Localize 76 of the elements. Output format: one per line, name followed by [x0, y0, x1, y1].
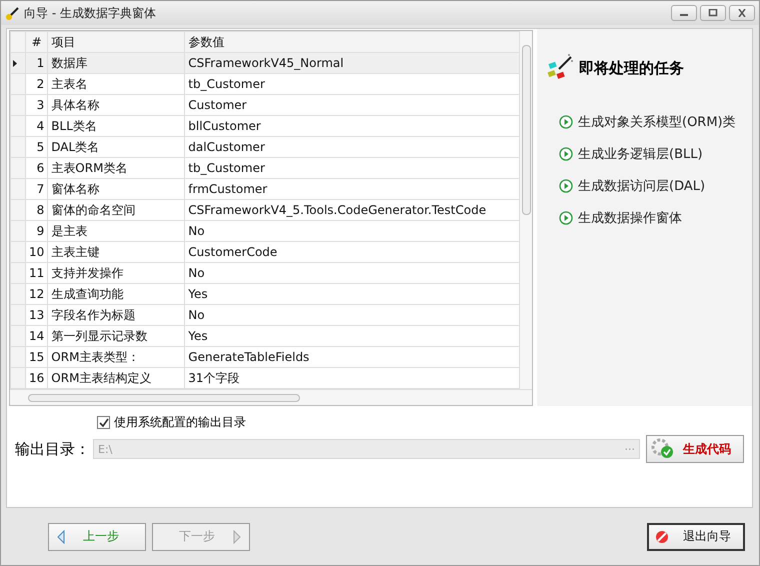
no-entry-icon [655, 530, 669, 544]
table-cell: tb_Customer [184, 158, 520, 178]
table-cell: 1 [26, 52, 48, 74]
table-cell: 6 [26, 158, 48, 178]
table-cell: CSFrameworkV45_Normal [184, 52, 520, 74]
table-cell: GenerateTableFields [184, 346, 520, 368]
table-cell: BLL类名 [48, 116, 185, 136]
table-cell: tb_Customer [184, 74, 520, 94]
table-cell: 5 [26, 136, 48, 158]
task-item: 生成对象关系模型(ORM)类 [578, 114, 736, 131]
table-cell: 12 [26, 284, 48, 304]
maximize-icon [708, 9, 718, 17]
table-cell: CustomerCode [184, 242, 520, 262]
table-cell: dalCustomer [184, 136, 520, 158]
table-cell: 4 [26, 116, 48, 136]
use-system-dir-checkbox[interactable]: 使用系统配置的输出目录 [97, 414, 246, 431]
output-dir-label: 输出目录： [15, 440, 91, 458]
table-cell: 窗体名称 [48, 178, 185, 200]
table-cell: CSFrameworkV4_5.Tools.CodeGenerator.TestCode [184, 200, 520, 220]
task-item: 生成数据访问层(DAL) [578, 178, 706, 195]
table-cell: Yes [184, 284, 520, 304]
table-cell: Yes [184, 326, 520, 346]
column-header[interactable]: 参数值 [184, 32, 520, 52]
checkmark-icon [98, 418, 108, 428]
play-icon [559, 211, 573, 225]
play-icon [559, 147, 573, 161]
previous-button[interactable]: 上一步 [48, 522, 146, 550]
column-header[interactable]: # [26, 32, 48, 52]
table-cell: No [184, 262, 520, 284]
play-icon [559, 115, 573, 129]
table-cell: 2 [26, 74, 48, 94]
table-cell: 第一列显示记录数 [48, 326, 185, 346]
table-cell: DAL类名 [48, 136, 185, 158]
table-cell: 14 [26, 326, 48, 346]
table-cell: bllCustomer [184, 116, 520, 136]
table-cell: Customer [184, 94, 520, 116]
table-cell: 主表主键 [48, 242, 185, 262]
table-cell: 数据库 [48, 52, 185, 74]
table-cell: 11 [26, 262, 48, 284]
table-cell: 主表ORM类名 [48, 158, 185, 178]
close-button[interactable] [729, 5, 755, 21]
table-cell: ORM主表类型： [48, 346, 185, 368]
close-icon [737, 9, 747, 17]
table-cell: 具体名称 [48, 94, 185, 116]
table-cell: 13 [26, 304, 48, 326]
minimize-button[interactable] [671, 5, 697, 21]
table-cell: 15 [26, 346, 48, 368]
right-arrow-icon [233, 530, 241, 544]
table-cell: 主表名 [48, 74, 185, 94]
table-cell: 是主表 [48, 220, 185, 242]
row-indicator-icon [13, 60, 17, 67]
table-cell: 3 [26, 94, 48, 116]
table-cell: 9 [26, 220, 48, 242]
table-cell: 字段名作为标题 [48, 304, 185, 326]
table-cell: 窗体的命名空间 [48, 200, 185, 220]
table-cell: frmCustomer [184, 178, 520, 200]
table-cell: No [184, 220, 520, 242]
table-cell: No [184, 304, 520, 326]
play-icon [559, 179, 573, 193]
table-cell: 支持并发操作 [48, 262, 185, 284]
task-item: 生成业务逻辑层(BLL) [578, 146, 703, 163]
maximize-button[interactable] [700, 5, 726, 21]
column-header[interactable]: 项目 [48, 32, 185, 52]
vertical-scrollbar[interactable] [520, 31, 532, 389]
left-arrow-icon [57, 530, 65, 544]
table-cell: 8 [26, 200, 48, 220]
table-cell: 生成查询功能 [48, 284, 185, 304]
table-cell: 10 [26, 242, 48, 262]
window-title: 向导 - 生成数据字典窗体 [24, 4, 156, 22]
wand-icon [5, 5, 21, 21]
tasks-title: 即将处理的任务 [579, 58, 684, 78]
table-cell: 7 [26, 178, 48, 200]
exit-wizard-button[interactable]: 退出向导 [647, 522, 745, 550]
horizontal-scrollbar[interactable] [10, 389, 532, 405]
generate-code-button[interactable]: 生成代码 [646, 435, 744, 463]
task-item: 生成数据操作窗体 [578, 210, 682, 227]
